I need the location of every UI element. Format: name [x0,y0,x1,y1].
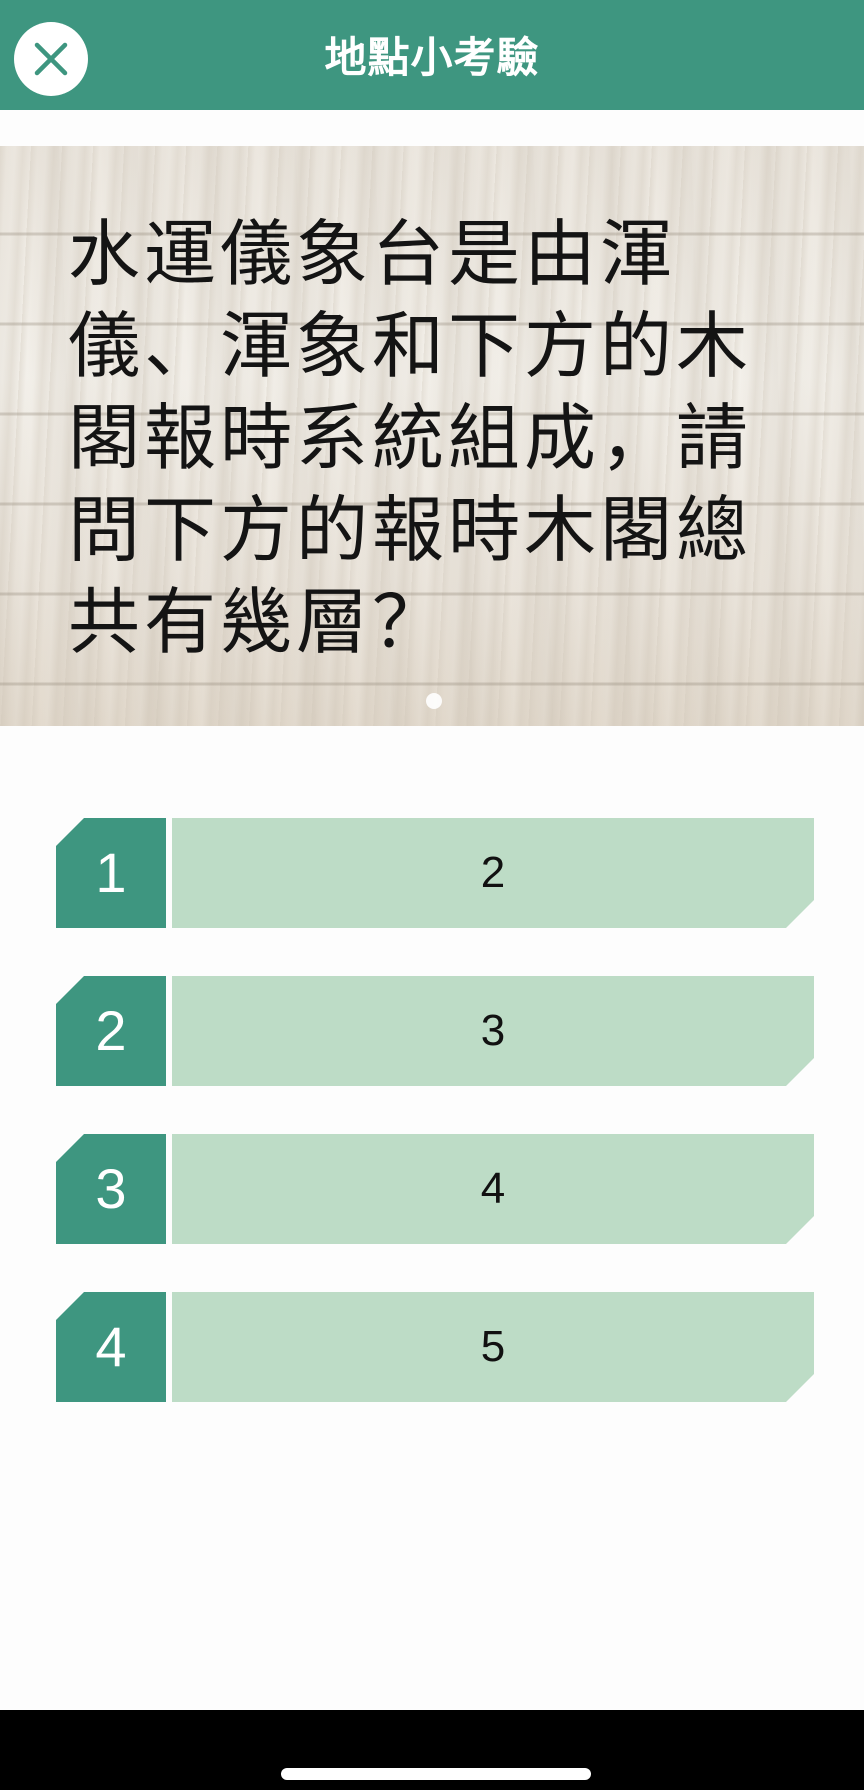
option-number: 1 [56,818,166,928]
option-number: 4 [56,1292,166,1402]
answer-option-1[interactable]: 1 2 [56,818,814,928]
home-indicator[interactable] [281,1768,591,1780]
option-answer: 5 [172,1292,814,1402]
option-answer: 4 [172,1134,814,1244]
question-text: 水運儀象台是由渾儀、渾象和下方的木閣報時系統組成，請問下方的報時木閣總共有幾層？ [68,212,753,664]
question-banner: 水運儀象台是由渾儀、渾象和下方的木閣報時系統組成，請問下方的報時木閣總共有幾層？ [0,146,864,726]
page-indicator-dot [426,693,442,709]
option-number: 2 [56,976,166,1086]
answer-option-3[interactable]: 3 4 [56,1134,814,1244]
option-answer: 2 [172,818,814,928]
option-number: 3 [56,1134,166,1244]
app-header: 地點小考驗 [0,0,864,110]
answer-option-4[interactable]: 4 5 [56,1292,814,1402]
page-title: 地點小考驗 [324,33,540,82]
system-home-bar [0,1710,864,1790]
answer-option-2[interactable]: 2 3 [56,976,814,1086]
close-button[interactable] [14,22,88,96]
option-answer: 3 [172,976,814,1086]
close-icon [34,42,68,76]
